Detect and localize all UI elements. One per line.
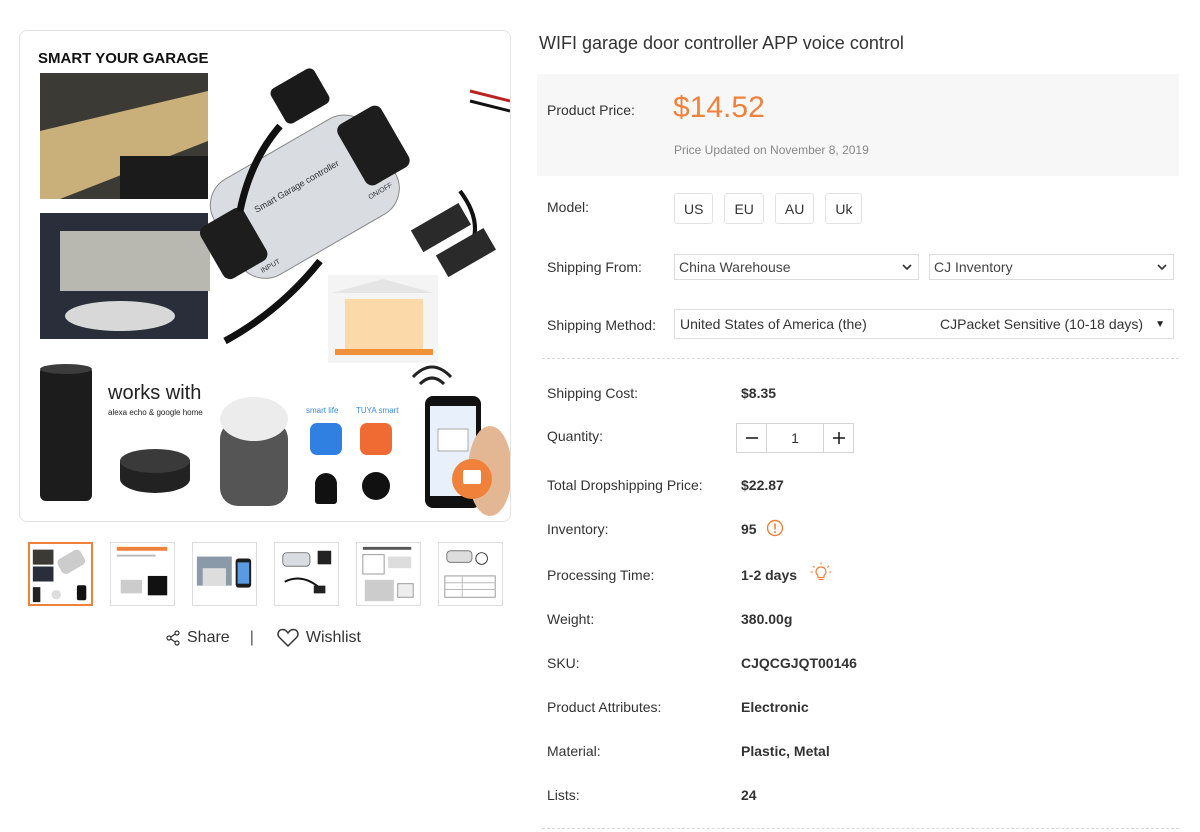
total-price-label: Total Dropshipping Price: [547, 477, 703, 493]
material-value: Plastic, Metal [741, 743, 830, 759]
minus-icon [745, 437, 758, 439]
warehouse-select[interactable]: China Warehouse [674, 254, 919, 280]
divider [542, 358, 1179, 359]
shipping-method-label: Shipping Method: [547, 317, 656, 333]
sku-value: CJQCGJQT00146 [741, 655, 857, 671]
thumbnail-strip [28, 542, 503, 606]
thumbnail-3[interactable] [192, 542, 257, 606]
quantity-label: Quantity: [547, 428, 604, 444]
thumbnail-5[interactable] [356, 542, 421, 606]
attributes-label: Product Attributes: [547, 699, 662, 715]
shipping-country-value: United States of America (the) [680, 316, 867, 332]
lightbulb-icon[interactable] [810, 562, 832, 584]
thumbnail-1[interactable] [28, 542, 93, 606]
price-box: Product Price: $14.52 Price Updated on N… [537, 74, 1179, 176]
share-label: Share [187, 629, 230, 646]
shipping-method-select[interactable]: United States of America (the) CJPacket … [674, 309, 1174, 339]
attributes-value: Electronic [741, 699, 809, 715]
inventory-select-value: CJ Inventory [934, 259, 1013, 275]
shipping-cost-value: $8.35 [741, 385, 777, 401]
warehouse-select-value: China Warehouse [679, 259, 791, 275]
svg-text:works with: works with [107, 382, 201, 404]
thumbnail-4[interactable] [274, 542, 339, 606]
share-icon [166, 630, 180, 646]
plus-icon [832, 432, 845, 444]
divider [542, 828, 1179, 829]
weight-label: Weight: [547, 611, 595, 627]
svg-text:TUYA smart: TUYA smart [356, 406, 399, 415]
chevron-down-icon [902, 264, 912, 271]
inventory-select[interactable]: CJ Inventory [929, 254, 1174, 280]
processing-time-value: 1-2 days [741, 567, 798, 583]
quantity-input[interactable] [766, 424, 824, 452]
heart-icon [277, 628, 299, 648]
thumbnail-2[interactable] [110, 542, 175, 606]
quantity-decrease-button[interactable] [737, 424, 766, 452]
product-title: WIFI garage door controller APP voice co… [539, 33, 904, 53]
model-label: Model: [547, 199, 590, 215]
inventory-value: 95 [741, 521, 757, 537]
sku-label: SKU: [547, 655, 580, 671]
image-banner-text: SMART YOUR GARAGE [38, 50, 209, 67]
info-icon[interactable] [766, 519, 784, 537]
lists-value: 24 [741, 787, 757, 803]
quantity-stepper [736, 423, 854, 453]
total-price-value: $22.87 [741, 477, 784, 493]
action-separator: | [249, 629, 254, 646]
price-updated-text: Price Updated on November 8, 2019 [674, 143, 869, 157]
material-label: Material: [547, 743, 601, 759]
model-option-eu[interactable]: EU [724, 193, 764, 224]
svg-text:smart life: smart life [306, 406, 339, 415]
lists-label: Lists: [547, 787, 580, 803]
model-option-au[interactable]: AU [774, 193, 815, 224]
shipping-cost-label: Shipping Cost: [547, 385, 639, 401]
model-options: US EU AU Uk [674, 193, 863, 224]
share-button[interactable]: Share [165, 629, 230, 647]
model-option-us[interactable]: US [674, 193, 714, 224]
svg-text:alexa echo & google home: alexa echo & google home [108, 408, 203, 417]
wishlist-button[interactable]: Wishlist [276, 628, 361, 648]
price-label: Product Price: [547, 102, 635, 118]
main-product-image[interactable]: SMART YOUR GARAGE Smart Garage controlle… [19, 30, 511, 522]
dropdown-triangle-icon: ▼ [1155, 318, 1165, 330]
chevron-down-icon [1157, 264, 1167, 271]
shipping-method-value: CJPacket Sensitive (10-18 days) [940, 316, 1144, 332]
weight-value: 380.00g [741, 611, 793, 627]
quantity-increase-button[interactable] [824, 424, 853, 452]
share-wishlist-row: Share | Wishlist [165, 628, 361, 648]
price-value: $14.52 [673, 91, 765, 124]
inventory-label: Inventory: [547, 521, 609, 537]
model-option-uk[interactable]: Uk [825, 193, 863, 224]
shipping-from-label: Shipping From: [547, 259, 642, 275]
wishlist-label: Wishlist [305, 629, 361, 646]
thumbnail-6[interactable] [438, 542, 503, 606]
processing-time-label: Processing Time: [547, 567, 655, 583]
